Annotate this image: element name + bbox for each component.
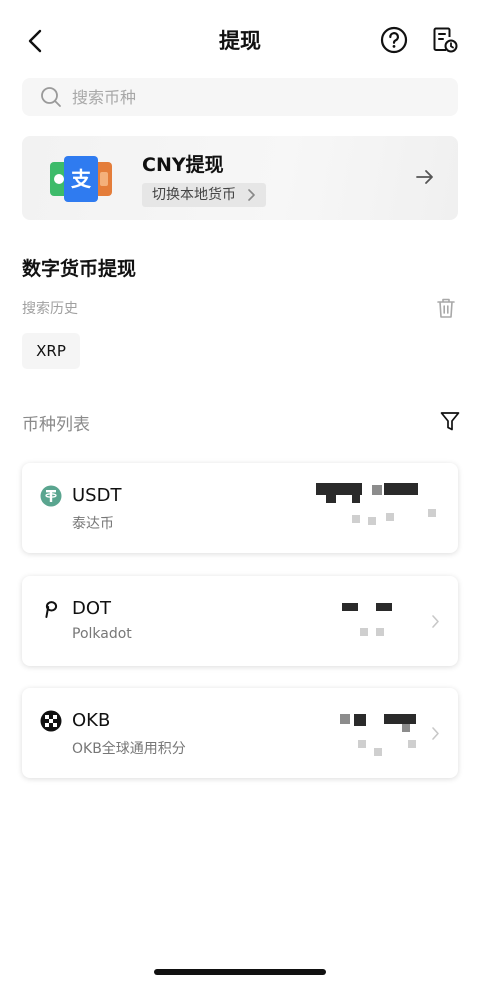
coin-item-usdt[interactable]: USDT 泰达币 bbox=[22, 463, 458, 553]
coin-symbol: OKB bbox=[72, 710, 111, 731]
coin-full-name: Polkadot bbox=[72, 626, 132, 642]
switch-local-currency-label: 切换本地货币 bbox=[152, 187, 236, 203]
withdraw-history-button[interactable] bbox=[432, 26, 458, 54]
history-chip-xrp[interactable]: XRP bbox=[22, 333, 80, 369]
wallet-payment-icon: 支 bbox=[50, 156, 112, 202]
cny-withdraw-title: CNY提现 bbox=[142, 154, 224, 176]
search-history-label: 搜索历史 bbox=[22, 301, 78, 317]
okb-icon bbox=[40, 710, 62, 732]
chevron-right-icon bbox=[432, 615, 439, 628]
switch-local-currency-button[interactable]: 切换本地货币 bbox=[142, 183, 266, 207]
coin-symbol: USDT bbox=[72, 485, 122, 506]
coin-item-okb[interactable]: OKB OKB全球通用积分 bbox=[22, 688, 458, 778]
page-title: 提现 bbox=[219, 29, 261, 53]
coin-full-name: OKB全球通用积分 bbox=[72, 741, 186, 757]
search-input[interactable] bbox=[72, 87, 412, 107]
svg-text:支: 支 bbox=[71, 167, 92, 191]
home-indicator bbox=[154, 969, 326, 975]
help-icon bbox=[380, 26, 408, 54]
header: 提现 bbox=[0, 0, 480, 72]
coin-full-name: 泰达币 bbox=[72, 516, 114, 532]
trash-icon[interactable] bbox=[436, 297, 456, 319]
coin-item-dot[interactable]: DOT Polkadot bbox=[22, 576, 458, 666]
digital-currency-section-title: 数字货币提现 bbox=[22, 258, 137, 280]
search-icon bbox=[41, 87, 61, 107]
tether-icon bbox=[40, 485, 62, 507]
polkadot-icon bbox=[40, 598, 62, 620]
cny-withdraw-card[interactable]: 支 CNY提现 切换本地货币 bbox=[22, 136, 458, 220]
arrow-right-icon bbox=[416, 170, 433, 184]
help-button[interactable] bbox=[380, 26, 408, 54]
chevron-right-icon bbox=[248, 189, 255, 201]
coin-symbol: DOT bbox=[72, 598, 112, 619]
history-doc-icon bbox=[433, 27, 458, 53]
coin-list-label: 币种列表 bbox=[22, 415, 90, 435]
chevron-right-icon bbox=[432, 727, 439, 740]
search-bar[interactable] bbox=[22, 78, 458, 116]
filter-icon[interactable] bbox=[440, 411, 460, 432]
